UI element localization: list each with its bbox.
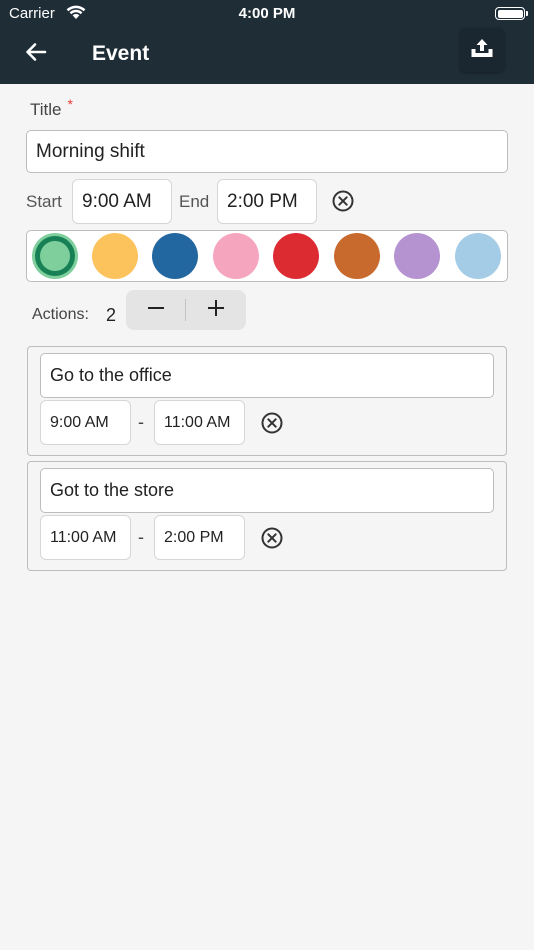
color-swatch-pink[interactable] bbox=[213, 233, 259, 279]
title-label: Title * bbox=[30, 96, 73, 120]
minus-icon bbox=[146, 298, 166, 323]
action-start-time-value: 11:00 AM bbox=[50, 528, 117, 546]
color-swatch-light-blue[interactable] bbox=[455, 233, 501, 279]
action-card: Go to the office 9:00 AM - 11:00 AM bbox=[27, 346, 507, 456]
actions-count: 2 bbox=[106, 305, 117, 325]
back-button[interactable] bbox=[20, 38, 52, 70]
action-end-time-value: 11:00 AM bbox=[164, 413, 231, 431]
color-swatch-red[interactable] bbox=[273, 233, 319, 279]
action-end-time-input[interactable]: 11:00 AM bbox=[154, 400, 245, 445]
color-palette bbox=[26, 230, 508, 282]
actions-label: Actions: bbox=[32, 306, 89, 323]
color-swatch-green[interactable] bbox=[32, 233, 78, 279]
start-time-value: 9:00 AM bbox=[82, 190, 152, 212]
action-title-value: Got to the store bbox=[50, 480, 175, 500]
time-range-separator: - bbox=[138, 412, 144, 432]
title-input-value: Morning shift bbox=[36, 140, 145, 162]
action-card: Got to the store 11:00 AM - 2:00 PM bbox=[27, 461, 507, 571]
action-start-time-input[interactable]: 11:00 AM bbox=[40, 515, 131, 560]
decrement-button[interactable] bbox=[126, 290, 186, 330]
time-range-separator: - bbox=[138, 527, 144, 547]
title-input[interactable]: Morning shift bbox=[26, 130, 508, 173]
battery-icon bbox=[495, 7, 528, 20]
clear-time-icon[interactable] bbox=[331, 189, 355, 213]
remove-action-icon[interactable] bbox=[260, 526, 284, 550]
increment-button[interactable] bbox=[186, 290, 246, 330]
end-time-value: 2:00 PM bbox=[227, 190, 298, 212]
navigation-header: Carrier 4:00 PM Event bbox=[0, 0, 534, 84]
page-title: Event bbox=[92, 42, 150, 65]
action-title-value: Go to the office bbox=[50, 365, 172, 385]
export-button[interactable] bbox=[460, 28, 504, 72]
end-time-input[interactable]: 2:00 PM bbox=[217, 179, 317, 224]
remove-action-icon[interactable] bbox=[260, 411, 284, 435]
action-end-time-value: 2:00 PM bbox=[164, 528, 224, 546]
action-start-time-input[interactable]: 9:00 AM bbox=[40, 400, 131, 445]
upload-tray-icon bbox=[470, 37, 494, 64]
actions-stepper bbox=[126, 290, 246, 330]
arrow-left-icon bbox=[24, 40, 48, 69]
end-label: End bbox=[179, 192, 210, 211]
color-swatch-yellow[interactable] bbox=[92, 233, 138, 279]
required-indicator: * bbox=[67, 96, 73, 112]
status-time: 4:00 PM bbox=[238, 5, 296, 22]
color-swatch-blue[interactable] bbox=[152, 233, 198, 279]
color-swatch-purple[interactable] bbox=[394, 233, 440, 279]
start-time-input[interactable]: 9:00 AM bbox=[72, 179, 172, 224]
plus-icon bbox=[206, 298, 226, 323]
title-label-text: Title bbox=[30, 100, 62, 119]
color-swatch-orange[interactable] bbox=[334, 233, 380, 279]
start-label: Start bbox=[26, 192, 62, 211]
action-title-input[interactable]: Go to the office bbox=[40, 353, 494, 398]
status-bar: Carrier 4:00 PM bbox=[0, 0, 534, 28]
action-start-time-value: 9:00 AM bbox=[50, 413, 109, 431]
action-title-input[interactable]: Got to the store bbox=[40, 468, 494, 513]
action-end-time-input[interactable]: 2:00 PM bbox=[154, 515, 245, 560]
